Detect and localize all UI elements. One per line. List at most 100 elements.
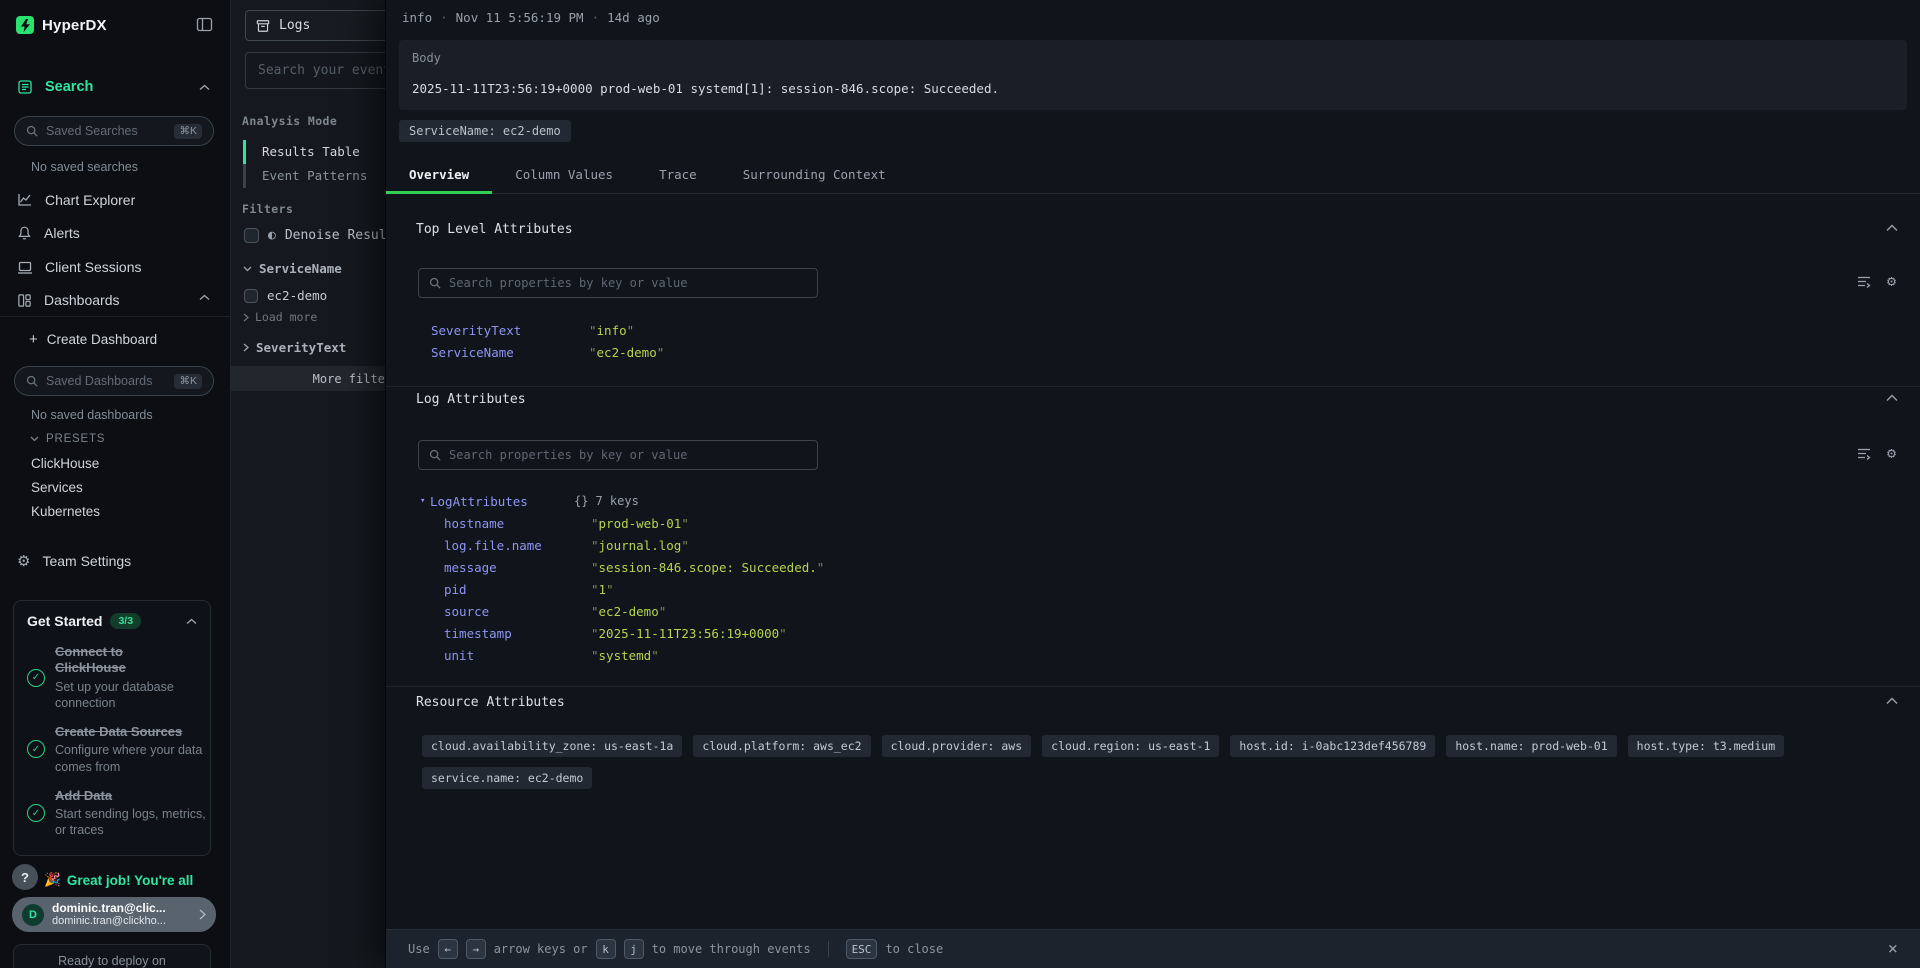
mode-results-table[interactable]: Results Table bbox=[243, 140, 367, 164]
attribute-key[interactable]: hostname bbox=[444, 516, 591, 531]
sidebar-item-dashboards[interactable]: Dashboards bbox=[17, 289, 120, 311]
deploy-note-card[interactable]: Ready to deploy on bbox=[13, 944, 211, 968]
get-started-item-sources[interactable]: ✓ Create Data Sources Configure where yo… bbox=[27, 724, 197, 775]
brand: HyperDX bbox=[16, 16, 107, 34]
shortcut-badge: ⌘K bbox=[174, 374, 202, 389]
profile-email: dominic.tran@clickho... bbox=[52, 915, 166, 928]
j-keycap: j bbox=[624, 939, 644, 959]
resource-chip[interactable]: cloud.availability_zone: us-east-1a bbox=[422, 735, 682, 757]
attribute-value[interactable]: journal.log bbox=[591, 538, 689, 553]
sidebar-item-chart-explorer[interactable]: Chart Explorer bbox=[17, 189, 135, 211]
attribute-row: message session-846.scope: Succeeded. bbox=[444, 559, 824, 575]
tab-trace[interactable]: Trace bbox=[636, 155, 720, 193]
tab-column-values[interactable]: Column Values bbox=[492, 155, 636, 193]
sort-lines-icon[interactable] bbox=[1856, 273, 1872, 289]
attribute-key[interactable]: unit bbox=[444, 648, 591, 663]
sidebar-item-search[interactable]: Search bbox=[17, 79, 93, 95]
load-more-button[interactable]: Load more bbox=[243, 310, 317, 324]
service-name-tag[interactable]: ServiceName: ec2-demo bbox=[399, 120, 571, 142]
denoise-checkbox[interactable] bbox=[244, 228, 259, 243]
create-dashboard-button[interactable]: + Create Dashboard bbox=[29, 331, 157, 348]
event-search-input[interactable] bbox=[246, 53, 385, 88]
filter-option-label: ec2-demo bbox=[267, 288, 327, 303]
check-circle-icon: ✓ bbox=[27, 740, 45, 758]
expand-caret-icon[interactable]: ▾ bbox=[420, 496, 430, 506]
footer-text: to move through events bbox=[652, 942, 811, 956]
sort-lines-icon[interactable] bbox=[1856, 445, 1872, 461]
attribute-row: ServiceName ec2-demo bbox=[431, 344, 664, 360]
presets-toggle[interactable]: PRESETS bbox=[30, 433, 105, 445]
close-icon[interactable]: × bbox=[1888, 939, 1898, 959]
resource-chip[interactable]: cloud.provider: aws bbox=[882, 735, 1032, 757]
filter-group-label: ServiceName bbox=[259, 261, 342, 276]
more-filters-label: More filters bbox=[313, 372, 385, 386]
sidebar-item-client-sessions[interactable]: Client Sessions bbox=[17, 256, 142, 278]
preset-kubernetes[interactable]: Kubernetes bbox=[31, 504, 100, 519]
collapse-section-icon[interactable] bbox=[1886, 224, 1898, 232]
filter-group-label: SeverityText bbox=[256, 340, 346, 355]
section-divider bbox=[386, 386, 1920, 387]
attribute-value[interactable]: ec2-demo bbox=[591, 604, 666, 619]
more-filters-button[interactable]: More filters bbox=[231, 366, 385, 391]
attribute-value[interactable]: info bbox=[589, 323, 634, 338]
saved-searches-input[interactable]: Saved Searches ⌘K bbox=[14, 116, 214, 146]
preset-services[interactable]: Services bbox=[31, 480, 83, 495]
sidebar-item-team-settings[interactable]: ⚙ Team Settings bbox=[17, 550, 131, 572]
attribute-value[interactable]: systemd bbox=[591, 648, 659, 663]
filter-group-servicename[interactable]: ServiceName bbox=[243, 261, 342, 276]
section-divider bbox=[386, 686, 1920, 687]
saved-dashboards-input[interactable]: Saved Dashboards ⌘K bbox=[14, 366, 214, 396]
attribute-value[interactable]: 1 bbox=[591, 582, 614, 597]
attribute-value[interactable]: ec2-demo bbox=[589, 345, 664, 360]
attribute-key[interactable]: SeverityText bbox=[431, 323, 589, 338]
sidebar-collapse-icon[interactable] bbox=[196, 17, 213, 32]
resource-chip[interactable]: host.id: i-0abc123def456789 bbox=[1230, 735, 1435, 757]
tab-overview[interactable]: Overview bbox=[386, 155, 492, 193]
log-attrs-search-input[interactable] bbox=[449, 448, 807, 462]
tab-surrounding-context[interactable]: Surrounding Context bbox=[720, 155, 909, 193]
attribute-value[interactable]: 2025-11-11T23:56:19+0000 bbox=[591, 626, 787, 641]
gear-icon[interactable]: ⚙ bbox=[1887, 273, 1896, 289]
resource-chip[interactable]: cloud.region: us-east-1 bbox=[1042, 735, 1219, 757]
resource-chip[interactable]: host.name: prod-web-01 bbox=[1446, 735, 1616, 757]
collapse-section-icon[interactable] bbox=[1886, 394, 1898, 402]
help-button[interactable]: ? bbox=[12, 864, 38, 890]
gear-icon[interactable]: ⚙ bbox=[1887, 445, 1896, 461]
braces-icon: {} bbox=[574, 494, 588, 508]
resource-chip[interactable]: cloud.platform: aws_ec2 bbox=[693, 735, 870, 757]
get-started-item-connect[interactable]: ✓ Connect to ClickHouse Set up your data… bbox=[27, 644, 197, 711]
body-content[interactable]: 2025-11-11T23:56:19+0000 prod-web-01 sys… bbox=[412, 81, 1894, 96]
ec2-demo-checkbox[interactable] bbox=[244, 289, 258, 303]
preset-clickhouse[interactable]: ClickHouse bbox=[31, 456, 99, 471]
congrats-text: 🎉 Great job! You're all bbox=[44, 872, 226, 888]
mode-event-patterns[interactable]: Event Patterns bbox=[243, 164, 367, 188]
chevron-up-icon[interactable] bbox=[186, 618, 197, 625]
attribute-key[interactable]: ServiceName bbox=[431, 345, 589, 360]
filter-group-severitytext[interactable]: SeverityText bbox=[243, 340, 346, 355]
attribute-key[interactable]: message bbox=[444, 560, 591, 575]
chevron-up-icon[interactable] bbox=[199, 84, 210, 91]
tree-root-key[interactable]: LogAttributes bbox=[430, 494, 574, 509]
attribute-value[interactable]: session-846.scope: Succeeded. bbox=[591, 560, 824, 575]
event-relative-time: 14d ago bbox=[607, 10, 660, 25]
chevron-up-icon[interactable] bbox=[199, 294, 210, 301]
attribute-key[interactable]: pid bbox=[444, 582, 591, 597]
check-circle-icon: ✓ bbox=[27, 804, 45, 822]
collapse-section-icon[interactable] bbox=[1886, 697, 1898, 705]
event-search-box bbox=[245, 52, 385, 89]
chevron-right-icon bbox=[199, 909, 206, 920]
sidebar-item-alerts[interactable]: Alerts bbox=[17, 222, 80, 244]
footer-text: Use bbox=[408, 942, 430, 956]
get-started-item-add-data[interactable]: ✓ Add Data Start sending logs, metrics, … bbox=[27, 788, 197, 839]
attribute-key[interactable]: log.file.name bbox=[444, 538, 591, 553]
attribute-value[interactable]: prod-web-01 bbox=[591, 516, 689, 531]
get-started-header[interactable]: Get Started 3/3 bbox=[27, 613, 197, 629]
source-selector-button[interactable]: Logs bbox=[245, 10, 385, 41]
resource-chip[interactable]: host.type: t3.medium bbox=[1628, 735, 1784, 757]
resource-chip[interactable]: service.name: ec2-demo bbox=[422, 767, 592, 789]
k-keycap: k bbox=[596, 939, 616, 959]
attribute-key[interactable]: source bbox=[444, 604, 591, 619]
profile-card[interactable]: D dominic.tran@clic... dominic.tran@clic… bbox=[12, 897, 216, 932]
top-level-search-input[interactable] bbox=[449, 276, 807, 290]
attribute-key[interactable]: timestamp bbox=[444, 626, 591, 641]
